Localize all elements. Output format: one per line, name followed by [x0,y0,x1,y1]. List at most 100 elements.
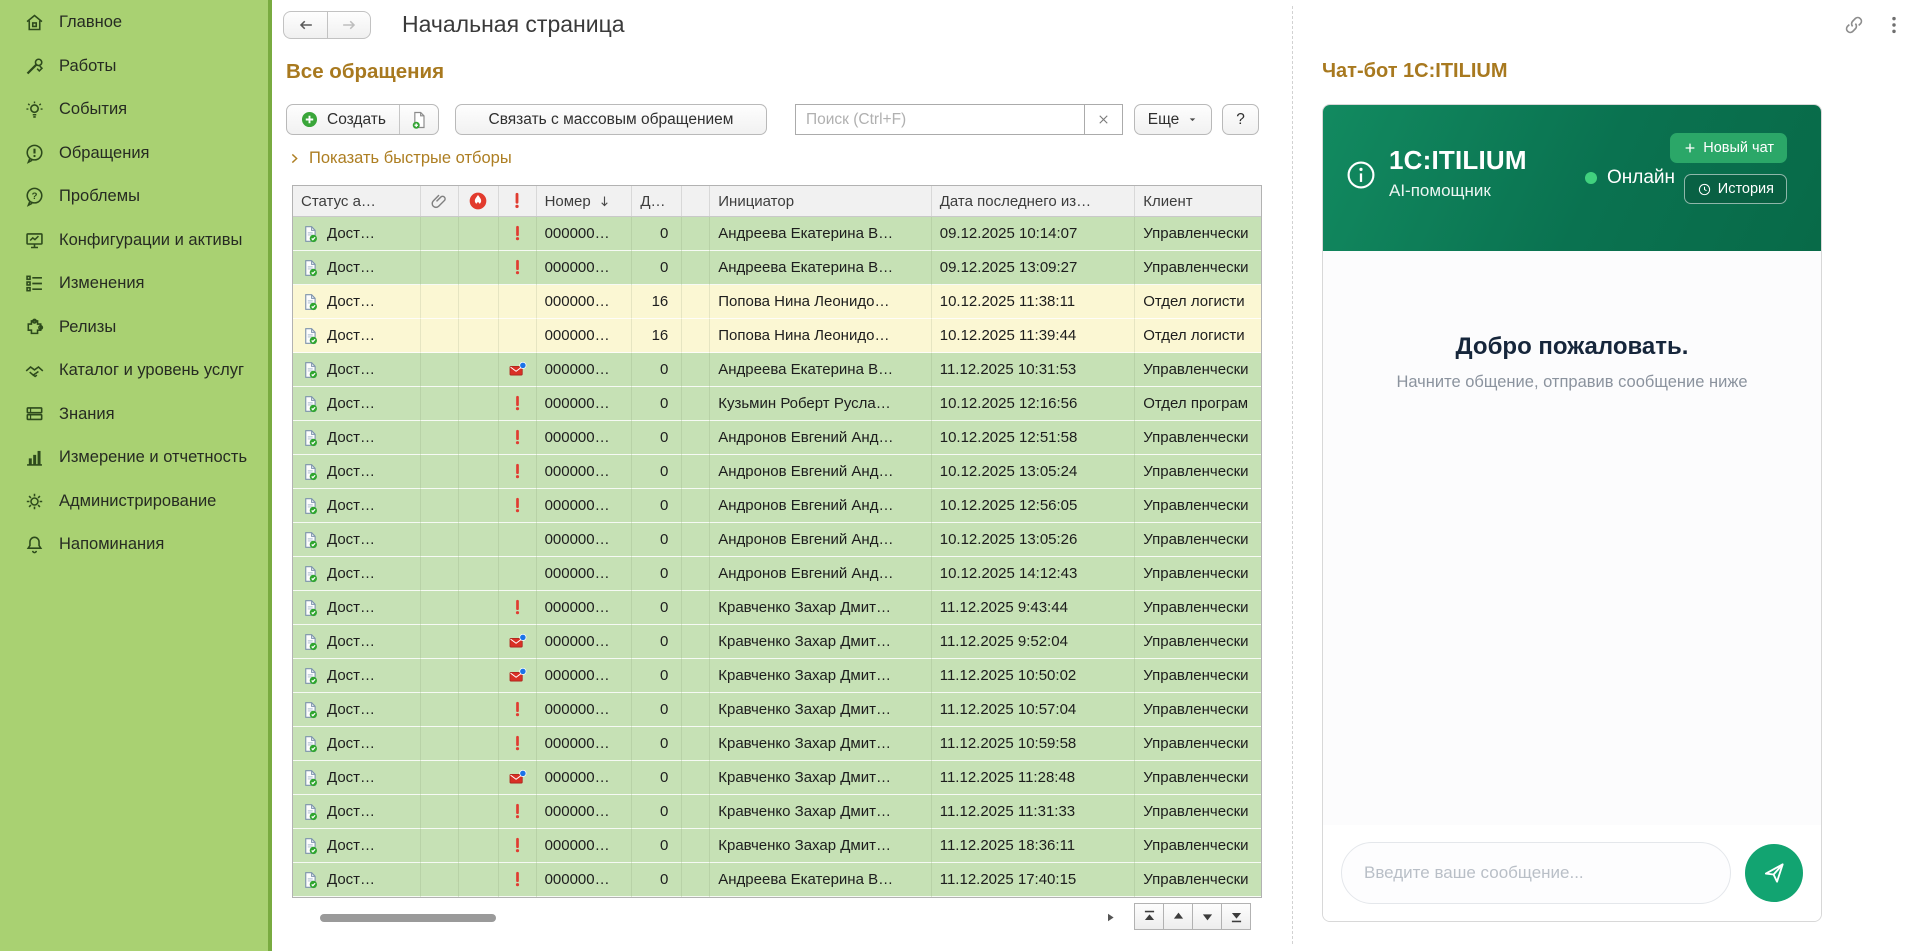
mail-unread-icon [508,632,527,651]
send-button[interactable] [1745,844,1803,902]
table-row[interactable]: Дост… 000000… 16 Попова Нина Леонидо… 10… [293,319,1261,353]
sidebar-nav: Главное Работы События Обращения ? Пробл… [0,0,268,567]
sidebar-item-knowledge[interactable]: Знания [0,393,268,437]
cell-attachment [421,557,459,591]
bot-name: 1C:ITILIUM [1389,145,1527,176]
col-d[interactable]: Д… [632,186,682,216]
table-row[interactable]: Дост… 000000… 0 Андреева Екатерина В… 11… [293,353,1261,387]
sidebar-item-reporting[interactable]: Измерение и отчетность [0,436,268,480]
help-button[interactable]: ? [1222,104,1259,135]
cell-spare [682,217,710,251]
cell-client: Управленчески [1135,591,1261,625]
sidebar-item-main[interactable]: Главное [0,1,268,45]
table-row[interactable]: Дост… 000000… 0 Андронов Евгений Анд… 10… [293,523,1261,557]
cell-status: Дост… [293,285,421,319]
sidebar-item-changes[interactable]: Изменения [0,262,268,306]
sidebar-item-configurations[interactable]: Конфигурации и активы [0,219,268,263]
col-client[interactable]: Клиент [1135,186,1261,216]
cell-number: 000000… [537,659,633,693]
search-input[interactable] [796,105,1084,134]
cell-status: Дост… [293,761,421,795]
info-circle-icon[interactable] [1345,159,1377,191]
sidebar-item-requests[interactable]: Обращения [0,132,268,176]
link-mass-request-button[interactable]: Связать с массовым обращением [455,104,767,135]
document-check-icon [301,564,320,584]
sidebar-item-label: Каталог и уровень услуг [59,361,244,380]
requests-table: Статус а… Номер Д… Инициатор Дата послед… [292,185,1262,898]
sidebar-item-service-catalog[interactable]: Каталог и уровень услуг [0,349,268,393]
table-row[interactable]: Дост… 000000… 0 Кравченко Захар Дмит… 11… [293,659,1261,693]
cell-number: 000000… [537,557,633,591]
sidebar-item-administration[interactable]: Администрирование [0,480,268,524]
chat-message-input[interactable] [1341,842,1731,904]
create-button[interactable]: Создать [287,105,399,134]
back-button[interactable] [283,11,327,39]
cell-urgency [459,557,499,591]
sidebar-item-events[interactable]: События [0,88,268,132]
table-row[interactable]: Дост… 000000… 0 Кравченко Захар Дмит… 11… [293,761,1261,795]
table-nav-buttons [1135,903,1251,930]
cell-priority [499,863,537,897]
welcome-title: Добро пожаловать. [1323,333,1821,361]
table-row[interactable]: Дост… 000000… 16 Попова Нина Леонидо… 10… [293,285,1261,319]
col-initiator[interactable]: Инициатор [710,186,931,216]
table-row[interactable]: Дост… 000000… 0 Андреева Екатерина В… 09… [293,217,1261,251]
exclamation-icon [507,191,527,211]
sidebar-item-problems[interactable]: ? Проблемы [0,175,268,219]
cell-client: Управленчески [1135,523,1261,557]
col-urgency[interactable] [459,186,499,216]
col-attachment[interactable] [421,186,459,216]
document-check-icon [301,870,320,890]
document-check-icon [301,632,320,652]
sidebar-item-works[interactable]: Работы [0,45,268,89]
col-spare[interactable] [682,186,710,216]
go-last-button[interactable] [1221,903,1251,930]
table-row[interactable]: Дост… 000000… 0 Кузьмин Роберт Русла… 10… [293,387,1261,421]
col-status[interactable]: Статус а… [293,186,421,216]
col-initiator-label: Инициатор [718,193,794,210]
new-chat-button[interactable]: Новый чат [1670,133,1787,163]
sidebar-item-reminders[interactable]: Напоминания [0,523,268,567]
kebab-menu-icon[interactable] [1883,14,1905,36]
table-row[interactable]: Дост… 000000… 0 Кравченко Захар Дмит… 11… [293,727,1261,761]
history-button[interactable]: История [1684,174,1787,204]
cell-number: 000000… [537,761,633,795]
go-down-button[interactable] [1192,903,1222,930]
go-up-button[interactable] [1163,903,1193,930]
sidebar-item-label: Конфигурации и активы [59,231,242,250]
go-first-button[interactable] [1134,903,1164,930]
horizontal-scrollbar[interactable] [296,905,1118,931]
scrollbar-thumb[interactable] [320,914,496,922]
cell-client: Отдел програм [1135,387,1261,421]
more-button[interactable]: Еще [1134,104,1212,135]
sidebar-item-releases[interactable]: Релизы [0,306,268,350]
forward-button[interactable] [327,11,371,39]
cell-client: Управленчески [1135,557,1261,591]
table-row[interactable]: Дост… 000000… 0 Кравченко Захар Дмит… 11… [293,829,1261,863]
cell-date: 11.12.2025 18:36:11 [932,829,1136,863]
table-row[interactable]: Дост… 000000… 0 Андронов Евгений Анд… 10… [293,489,1261,523]
cell-status: Дост… [293,251,421,285]
cell-number: 000000… [537,319,633,353]
scroll-right-icon[interactable] [1103,910,1118,925]
quick-filters-toggle[interactable]: Показать быстрые отборы [288,149,512,168]
table-row[interactable]: Дост… 000000… 0 Андронов Евгений Анд… 10… [293,557,1261,591]
triangle-down-icon [1199,908,1216,925]
col-number[interactable]: Номер [537,186,633,216]
table-row[interactable]: Дост… 000000… 0 Кравченко Захар Дмит… 11… [293,625,1261,659]
link-icon[interactable] [1843,14,1865,36]
table-row[interactable]: Дост… 000000… 0 Кравченко Захар Дмит… 11… [293,591,1261,625]
create-from-template-button[interactable] [399,105,438,134]
table-row[interactable]: Дост… 000000… 0 Андронов Евгений Анд… 10… [293,455,1261,489]
col-priority[interactable] [499,186,537,216]
search-clear-button[interactable] [1084,105,1122,134]
table-row[interactable]: Дост… 000000… 0 Кравченко Захар Дмит… 11… [293,693,1261,727]
table-row[interactable]: Дост… 000000… 0 Андреева Екатерина В… 09… [293,251,1261,285]
cell-d: 0 [632,727,682,761]
table-row[interactable]: Дост… 000000… 0 Кравченко Захар Дмит… 11… [293,795,1261,829]
table-row[interactable]: Дост… 000000… 0 Андронов Евгений Анд… 10… [293,421,1261,455]
cell-client: Управленчески [1135,659,1261,693]
col-date[interactable]: Дата последнего из… [932,186,1136,216]
table-row[interactable]: Дост… 000000… 0 Андреева Екатерина В… 11… [293,863,1261,897]
cell-spare [682,557,710,591]
